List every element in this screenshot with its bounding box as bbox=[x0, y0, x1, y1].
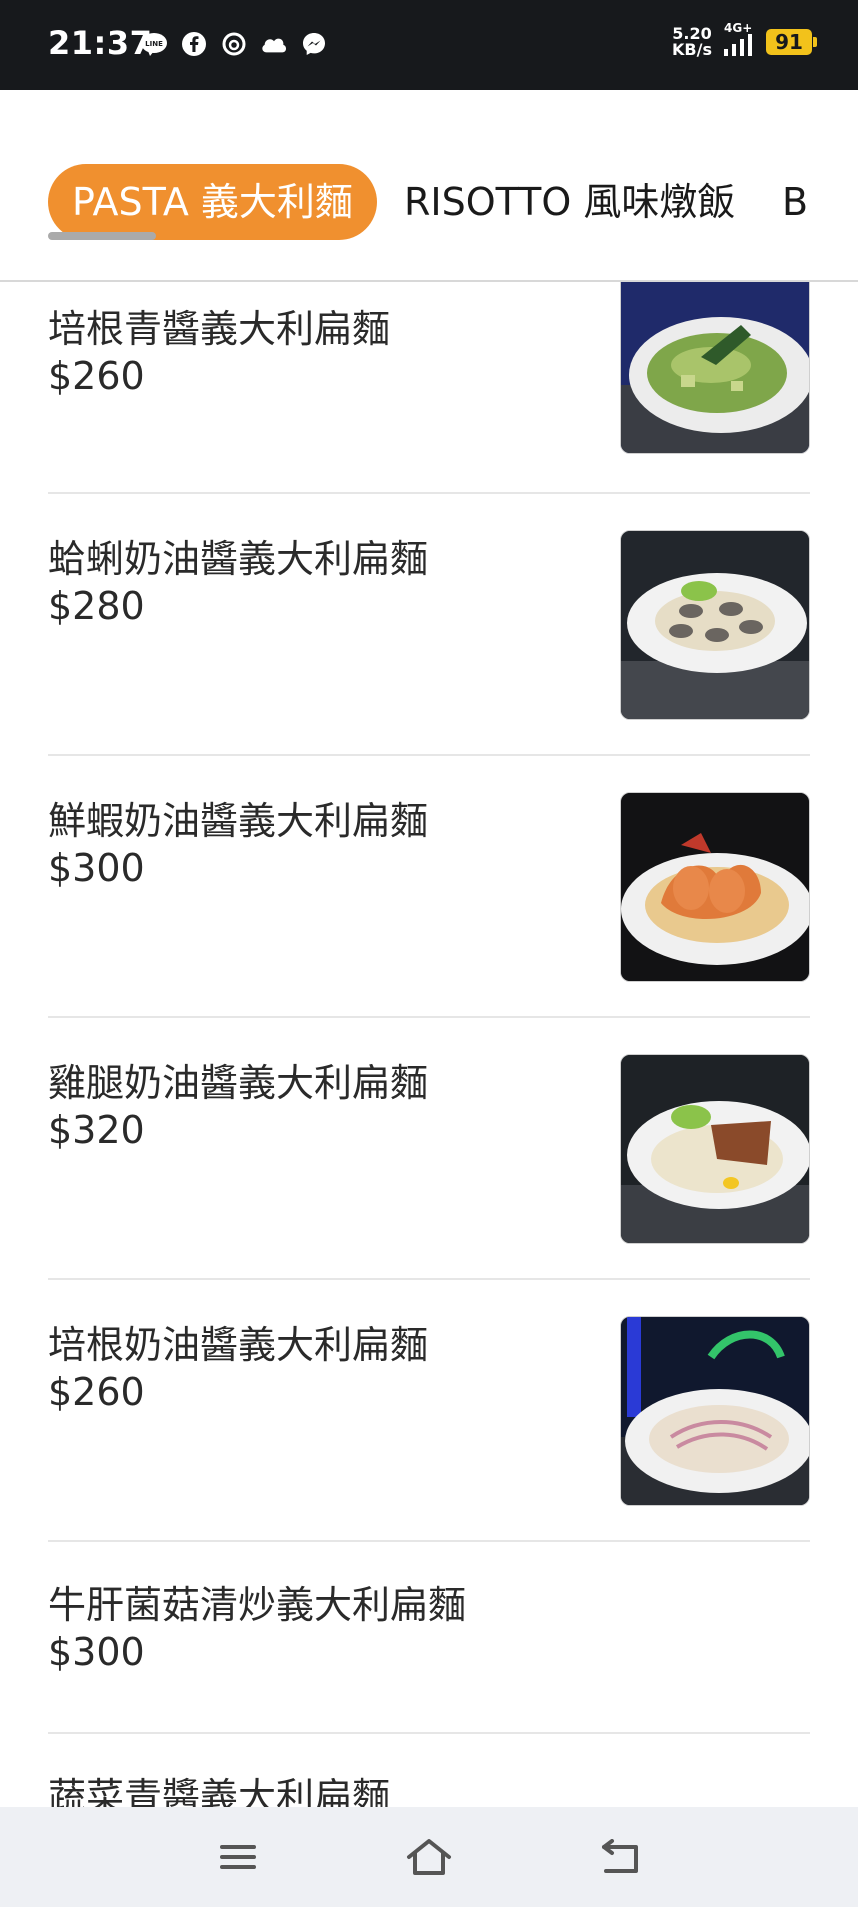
item-name: 鮮蝦奶油醬義大利扁麵 bbox=[48, 799, 429, 843]
menu-item[interactable]: 蔬菜青醬義大利扁麵 bbox=[48, 1732, 810, 1807]
tab-risotto[interactable]: RISOTTO 風味燉飯 bbox=[404, 164, 735, 240]
item-price: $300 bbox=[48, 846, 145, 890]
dish-photo[interactable] bbox=[620, 1316, 810, 1506]
item-name: 雞腿奶油醬義大利扁麵 bbox=[48, 1061, 429, 1105]
system-nav-bar bbox=[0, 1807, 858, 1907]
item-price: $320 bbox=[48, 1108, 145, 1152]
svg-text:LINE: LINE bbox=[145, 40, 163, 48]
item-name: 牛肝菌菇清炒義大利扁麵 bbox=[48, 1583, 467, 1627]
cloud-icon bbox=[260, 30, 288, 58]
menu-item[interactable]: 牛肝菌菇清炒義大利扁麵 $300 bbox=[48, 1540, 810, 1734]
menu-item[interactable]: 培根奶油醬義大利扁麵 $260 bbox=[48, 1278, 810, 1542]
item-name: 蛤蜊奶油醬義大利扁麵 bbox=[48, 537, 429, 581]
status-bar: 21:37 LINE 5.20 KB/s 4G+ 91 bbox=[0, 0, 858, 90]
tab-next-category[interactable]: B bbox=[782, 164, 808, 240]
tab-pasta[interactable]: PASTA 義大利麵 bbox=[48, 164, 377, 240]
notification-icons: LINE bbox=[140, 30, 328, 58]
signal-icon: 4G+ bbox=[722, 21, 756, 57]
status-right: 5.20 KB/s 4G+ 91 bbox=[672, 21, 817, 59]
messenger-icon bbox=[300, 30, 328, 58]
dish-photo[interactable] bbox=[620, 282, 810, 454]
status-time: 21:37 bbox=[48, 24, 153, 62]
back-icon[interactable] bbox=[596, 1835, 644, 1879]
threads-icon bbox=[220, 30, 248, 58]
line-icon: LINE bbox=[140, 30, 168, 58]
menu-item[interactable]: 蛤蜊奶油醬義大利扁麵 $280 bbox=[48, 492, 810, 756]
item-price: $260 bbox=[48, 1370, 145, 1414]
battery-indicator: 91 bbox=[766, 29, 817, 55]
dish-photo[interactable] bbox=[620, 530, 810, 720]
home-icon[interactable] bbox=[405, 1835, 453, 1879]
menu-item[interactable]: 培根青醬義大利扁麵 $260 bbox=[48, 282, 810, 494]
menu-list: 培根青醬義大利扁麵 $260 蛤蜊奶油醬義大利扁麵 $280 鮮蝦奶油醬義大利扁… bbox=[0, 282, 858, 1807]
network-speed: 5.20 KB/s bbox=[672, 24, 712, 59]
dish-photo[interactable] bbox=[620, 792, 810, 982]
item-price: $300 bbox=[48, 1630, 145, 1674]
dish-photo[interactable] bbox=[620, 1054, 810, 1244]
item-name: 蔬菜青醬義大利扁麵 bbox=[48, 1775, 391, 1807]
item-name: 培根奶油醬義大利扁麵 bbox=[48, 1323, 429, 1367]
menu-icon[interactable] bbox=[214, 1835, 262, 1879]
facebook-icon bbox=[180, 30, 208, 58]
tab-scroll-indicator bbox=[48, 232, 156, 240]
item-price: $260 bbox=[48, 354, 145, 398]
menu-item[interactable]: 雞腿奶油醬義大利扁麵 $320 bbox=[48, 1016, 810, 1280]
item-name: 培根青醬義大利扁麵 bbox=[48, 307, 391, 351]
menu-item[interactable]: 鮮蝦奶油醬義大利扁麵 $300 bbox=[48, 754, 810, 1018]
category-tab-bar: PASTA 義大利麵 RISOTTO 風味燉飯 B bbox=[0, 90, 858, 282]
item-price: $280 bbox=[48, 584, 145, 628]
